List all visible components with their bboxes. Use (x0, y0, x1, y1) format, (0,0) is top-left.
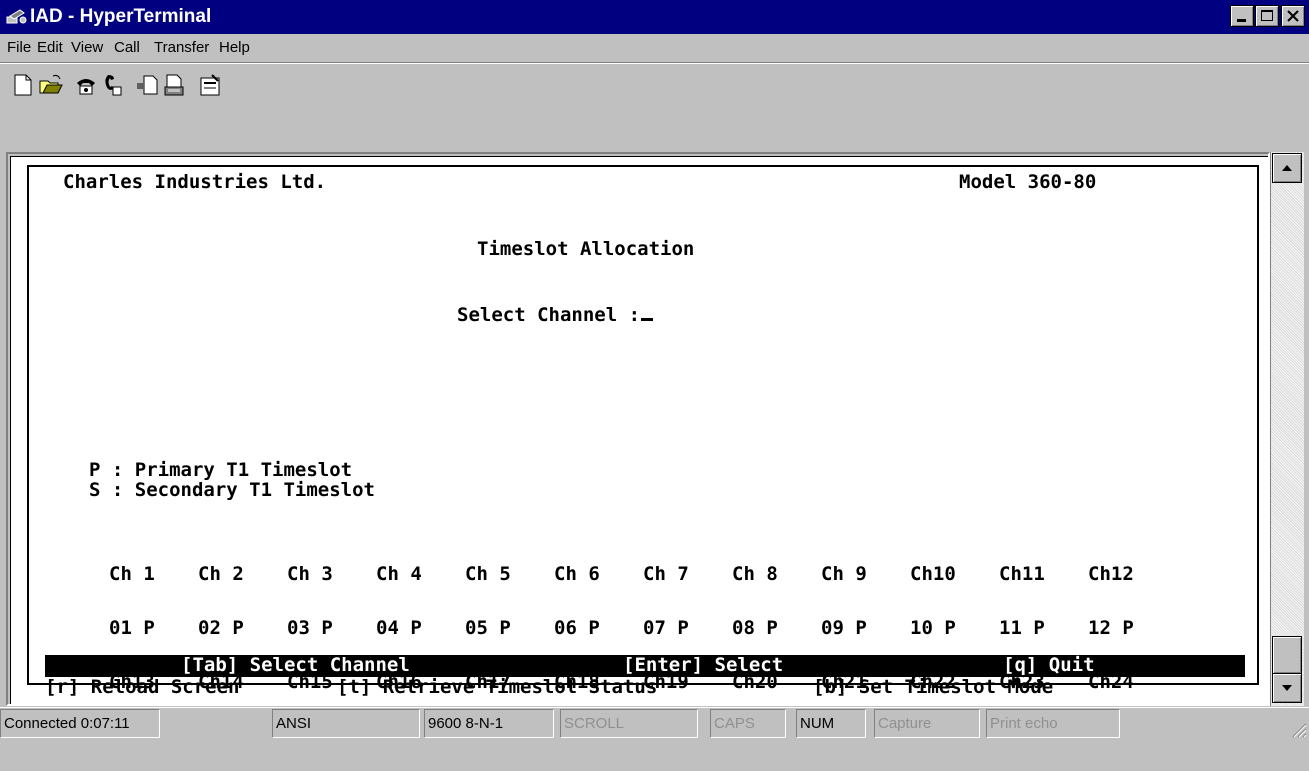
terminal-frame: Charles Industries Ltd. Model 360-80 Tim… (6, 152, 1270, 706)
close-icon (1287, 10, 1299, 22)
terminal-screen[interactable]: Charles Industries Ltd. Model 360-80 Tim… (10, 156, 1268, 704)
minimize-button[interactable] (1230, 5, 1254, 27)
key-help-bar: [Tab] Select Channel [Enter] Select [q] … (45, 655, 1245, 677)
close-button[interactable] (1281, 5, 1305, 27)
toolbar (0, 62, 1309, 153)
status-port-settings: 9600 8-N-1 (424, 709, 554, 738)
channel-row: 01 P 02 P 03 P 04 P 05 P 06 P 07 P 08 P 09 P 10 P… (109, 617, 1177, 639)
menu-view[interactable]: View (71, 39, 103, 56)
send-icon[interactable] (136, 73, 162, 101)
status-emulation: ANSI (272, 709, 420, 738)
channel-label: Ch 9 (821, 563, 867, 585)
channel-label: Ch 5 (465, 563, 511, 585)
maximize-icon (1261, 10, 1273, 21)
properties-icon[interactable] (198, 73, 224, 101)
legend-primary: P : Primary T1 Timeslot (89, 459, 353, 481)
select-channel-prompt[interactable]: Select Channel : (457, 304, 654, 326)
key-reload-hint: [r] Reload Screen (45, 676, 240, 698)
toolbar-group-call (74, 71, 128, 99)
channel-timeslot: 09 P (821, 617, 867, 639)
text-cursor (641, 318, 654, 321)
channel-label: Ch 3 (287, 563, 333, 585)
arrow-down-icon (1282, 685, 1292, 691)
window-title: IAD - HyperTerminal (30, 6, 212, 27)
channel-label: Ch 1 (109, 563, 155, 585)
minimize-icon (1237, 19, 1246, 22)
channel-label: Ch 4 (376, 563, 422, 585)
title-bar: IAD - HyperTerminal (0, 0, 1309, 34)
menu-transfer[interactable]: Transfer (154, 39, 209, 56)
channel-timeslot: 04 P (376, 617, 422, 639)
channel-label: Ch 6 (554, 563, 600, 585)
channel-timeslot: 01 P (109, 617, 155, 639)
toolbar-group-file (12, 71, 66, 99)
receive-icon[interactable] (162, 73, 188, 101)
company-name: Charles Industries Ltd. (63, 171, 327, 193)
status-print-echo: Print echo (986, 709, 1120, 738)
channel-timeslot: 11 P (999, 617, 1045, 639)
key-enter-hint: [Enter] Select (623, 654, 784, 676)
channel-timeslot: 06 P (554, 617, 600, 639)
key-tab-hint: [Tab] Select Channel (181, 654, 410, 676)
disconnect-icon[interactable] (100, 73, 126, 101)
status-connected: Connected 0:07:11 (0, 709, 160, 738)
channel-label: Ch 7 (643, 563, 689, 585)
channel-label: Ch 2 (198, 563, 244, 585)
toolbar-group-transfer (136, 71, 190, 99)
channel-label: Ch10 (910, 563, 956, 585)
menu-edit[interactable]: Edit (37, 39, 63, 56)
status-bar: Connected 0:07:11 ANSI 9600 8-N-1 SCROLL… (0, 707, 1309, 771)
channel-label: Ch 8 (732, 563, 778, 585)
arrow-up-icon (1282, 165, 1292, 171)
channel-timeslot: 03 P (287, 617, 333, 639)
channel-timeslot: 12 P (1088, 617, 1134, 639)
prompt-label: Select Channel : (457, 304, 641, 326)
screen-title: Timeslot Allocation (477, 238, 695, 260)
legend-secondary: S : Secondary T1 Timeslot (89, 479, 375, 501)
key-quit-hint: [q] Quit (1003, 654, 1095, 676)
maximize-button[interactable] (1255, 5, 1279, 27)
channel-label: Ch12 (1088, 563, 1134, 585)
key-mode-hint: [b] Set Timeslot Mode (813, 676, 1054, 698)
channel-timeslot: 07 P (643, 617, 689, 639)
resize-grip-icon[interactable] (1289, 720, 1307, 738)
channel-timeslot: 08 P (732, 617, 778, 639)
model-number: Model 360-80 (959, 171, 1097, 193)
scroll-down-button[interactable] (1272, 673, 1302, 703)
channel-timeslot: 10 P (910, 617, 956, 639)
status-scroll: SCROLL (560, 709, 698, 738)
vertical-scrollbar[interactable] (1270, 152, 1304, 706)
menu-call[interactable]: Call (114, 39, 140, 56)
toolbar-group-properties (198, 71, 226, 99)
menu-file[interactable]: File (7, 39, 31, 56)
new-connection-icon[interactable] (12, 73, 38, 101)
hyperterminal-app-icon[interactable] (6, 8, 27, 26)
menu-bar: File Edit View Call Transfer Help (0, 34, 1309, 62)
scroll-thumb[interactable] (1272, 636, 1302, 674)
menu-help[interactable]: Help (219, 39, 250, 56)
open-icon[interactable] (38, 73, 64, 101)
channel-timeslot: 02 P (198, 617, 244, 639)
channel-label: Ch11 (999, 563, 1045, 585)
channel-timeslot: 05 P (465, 617, 511, 639)
connect-phone-icon[interactable] (74, 73, 100, 101)
status-num: NUM (796, 709, 866, 738)
status-caps: CAPS (710, 709, 786, 738)
key-retrieve-hint: [t] Retrieve Timeslot Status (337, 676, 658, 698)
status-capture: Capture (874, 709, 980, 738)
channel-row: Ch 1 Ch 2 Ch 3 Ch 4 Ch 5 Ch 6 Ch 7 Ch 8 Ch 9 Ch10… (109, 563, 1177, 585)
scroll-up-button[interactable] (1272, 153, 1302, 183)
